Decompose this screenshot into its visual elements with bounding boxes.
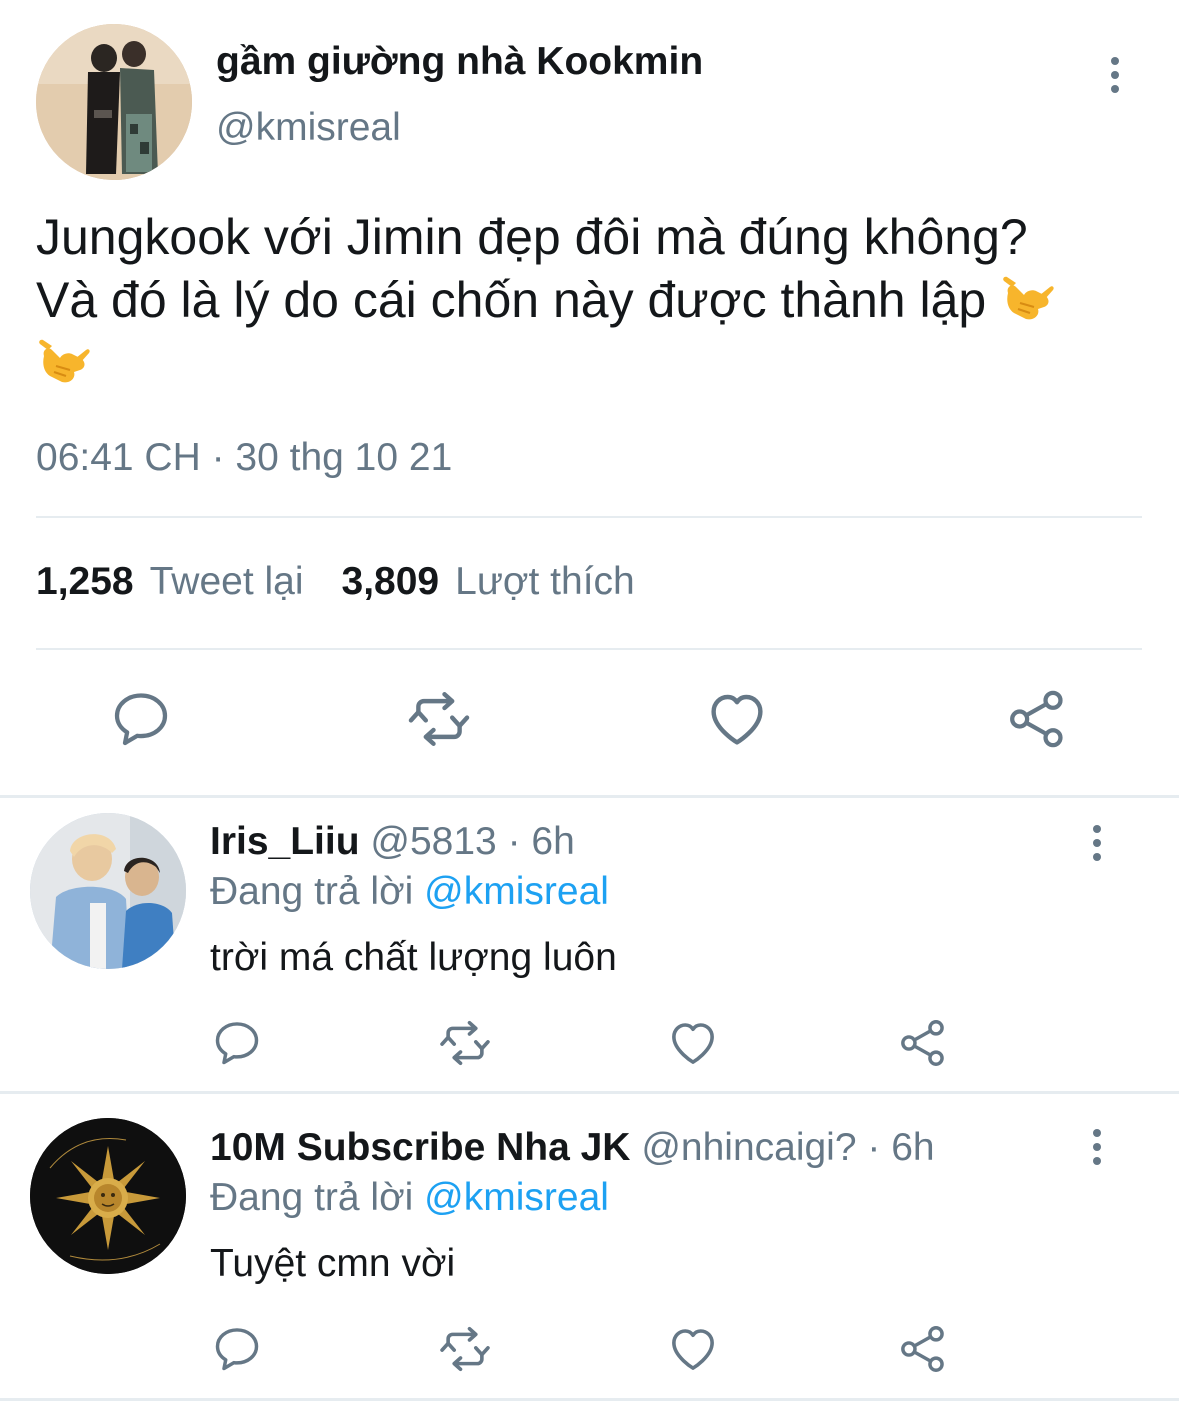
reply-handle-time[interactable]: @5813 · 6h [370,820,574,863]
divider [36,648,1142,650]
share-icon[interactable] [896,1322,950,1376]
tweet-text-line-2-content: Và đó là lý do cái chốn này được thành l… [36,272,987,328]
author-avatar[interactable] [36,24,192,180]
mention-link[interactable]: @kmisreal [424,1176,609,1219]
divider [36,516,1142,518]
avatar-photo [30,1118,186,1274]
main-tweet: gầm giường nhà Kookmin @kmisreal Jungkoo… [0,0,1179,795]
retweet-label[interactable]: Tweet lại [150,560,304,604]
tweet-text-line-3 [36,332,1136,395]
reply-text: trời má chất lượng luôn [210,936,617,979]
reply-tweet[interactable]: Iris_Liiu @5813 · 6h Đang trả lời @kmisr… [0,798,1179,1091]
like-count[interactable]: 3,809 [342,560,440,604]
more-vertical-icon[interactable] [1082,823,1112,863]
reply-avatar[interactable] [30,813,186,969]
replying-to: Đang trả lời @kmisreal [210,1176,609,1220]
retweet-icon[interactable] [406,686,472,752]
tweet-text: Jungkook với Jimin đẹp đôi mà đúng không… [36,206,1136,395]
tweet-text-line-1: Jungkook với Jimin đẹp đôi mà đúng không… [36,209,1028,265]
tweet-stats: 1,258 Tweet lại 3,809 Lượt thích [36,560,635,604]
replying-to-label: Đang trả lời [210,870,425,913]
replying-to-label: Đang trả lời [210,1176,425,1219]
like-label[interactable]: Lượt thích [455,560,635,604]
retweet-icon[interactable] [438,1322,492,1376]
tweet-timestamp[interactable]: 06:41 CH · 30 thg 10 21 [36,436,452,480]
reply-header: Iris_Liiu @5813 · 6h [210,820,575,864]
retweet-icon[interactable] [438,1016,492,1070]
reply-icon[interactable] [210,1016,264,1070]
author-display-name[interactable]: gầm giường nhà Kookmin [216,40,703,84]
share-icon[interactable] [896,1016,950,1070]
reply-avatar[interactable] [30,1118,186,1274]
mention-link[interactable]: @kmisreal [424,870,609,913]
reply-handle-time[interactable]: @nhincaigi? · 6h [641,1126,934,1169]
replying-to: Đang trả lời @kmisreal [210,870,609,914]
reply-display-name[interactable]: Iris_Liiu [210,820,360,863]
call-me-hand-emoji [39,339,90,383]
retweet-count[interactable]: 1,258 [36,560,134,604]
share-icon[interactable] [1004,686,1070,752]
heart-icon[interactable] [704,686,770,752]
more-vertical-icon[interactable] [1100,55,1130,95]
more-vertical-icon[interactable] [1082,1127,1112,1167]
reply-header: 10M Subscribe Nha JK @nhincaigi? · 6h [210,1126,935,1170]
heart-icon[interactable] [666,1322,720,1376]
reply-icon[interactable] [108,686,174,752]
heart-icon[interactable] [666,1016,720,1070]
reply-icon[interactable] [210,1322,264,1376]
avatar-photo [30,813,186,969]
author-handle[interactable]: @kmisreal [216,106,401,150]
reply-display-name[interactable]: 10M Subscribe Nha JK [210,1126,630,1169]
reply-tweet[interactable]: 10M Subscribe Nha JK @nhincaigi? · 6h Đa… [0,1094,1179,1398]
call-me-hand-emoji [1003,276,1054,320]
tweet-text-line-2: Và đó là lý do cái chốn này được thành l… [36,269,1136,332]
avatar-photo [36,24,192,180]
reply-text: Tuyệt cmn vời [210,1242,456,1285]
